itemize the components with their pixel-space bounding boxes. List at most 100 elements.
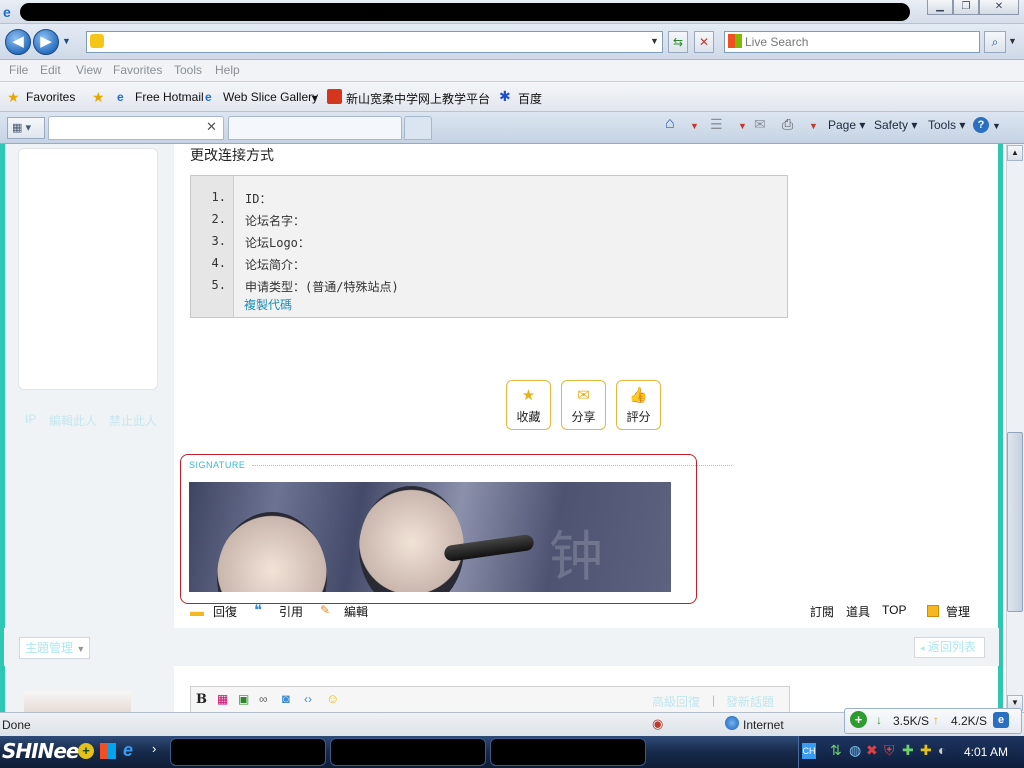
menu-view[interactable]: View	[76, 63, 102, 77]
new-tab-button[interactable]	[404, 116, 432, 140]
menu-edit[interactable]: Edit	[40, 63, 61, 77]
favorite-post-button[interactable]: ★ 收藏	[506, 380, 551, 430]
messenger-icon[interactable]: ◍	[849, 742, 861, 759]
privacy-icon[interactable]: ◉	[652, 716, 663, 732]
subscribe-link[interactable]: 訂閱	[810, 603, 834, 620]
upload-arrow-icon: ↑	[933, 713, 939, 727]
post-heading: 更改连接方式	[190, 147, 274, 163]
address-bar[interactable]	[86, 31, 663, 53]
quick-tabs-button[interactable]: ▦ ▾	[7, 117, 45, 139]
close-tab-icon[interactable]: ✕	[206, 119, 217, 135]
security-icon[interactable]: ✚	[902, 742, 914, 759]
copy-code-link[interactable]: 複製代碼	[244, 296, 292, 313]
scrollbar-thumb[interactable]	[1007, 432, 1023, 612]
back-to-list-button[interactable]: ◂ 返回列表	[914, 637, 985, 658]
advanced-reply-link[interactable]: 高級回復	[652, 693, 700, 710]
volume-icon[interactable]: ◐	[938, 742, 946, 758]
chevron-down-icon[interactable]: ▼	[738, 121, 747, 131]
address-dropdown-icon[interactable]: ▼	[650, 36, 659, 46]
maximize-button[interactable]: ❐	[953, 0, 979, 15]
shield-icon[interactable]: ⛨	[884, 742, 895, 759]
chevron-down-icon[interactable]: ▼	[809, 121, 818, 131]
pencil-icon[interactable]: ✎	[320, 603, 330, 617]
fav-free-hotmail[interactable]: Free Hotmail	[135, 90, 204, 104]
chevron-down-icon[interactable]: ▼	[992, 121, 1001, 131]
vertical-scrollbar[interactable]	[1006, 144, 1024, 712]
manage-link[interactable]: 管理	[946, 603, 970, 620]
topic-manage-select[interactable]: 主題管理 ▼	[19, 637, 90, 659]
code-line: 论坛简介：	[245, 258, 306, 272]
minimize-button[interactable]: ▁	[927, 0, 953, 15]
home-icon[interactable]: ⌂	[665, 115, 675, 133]
code-line-number: 3.	[211, 234, 226, 248]
ie-quicklaunch-icon[interactable]: e	[123, 740, 133, 761]
edit-link[interactable]: 編輯	[344, 603, 368, 620]
chevron-down-icon[interactable]: ▼	[690, 121, 699, 131]
language-icon[interactable]: CH	[802, 743, 816, 759]
upload-speed: 4.2K/S	[951, 714, 988, 728]
recent-pages-dropdown-icon[interactable]: ▼	[62, 36, 71, 46]
help-icon[interactable]: ?	[973, 117, 989, 133]
code-icon[interactable]: ‹›	[304, 692, 312, 706]
tray-app-icon[interactable]: ✚	[920, 742, 932, 759]
quicklaunch-app-icon[interactable]: +	[78, 743, 94, 759]
mail-icon[interactable]: ✉	[754, 116, 766, 133]
share-post-button[interactable]: ✉ 分享	[561, 380, 606, 430]
fav-web-slice-gallery[interactable]: Web Slice Gallery	[223, 90, 318, 104]
start-button[interactable]: SHINee	[2, 739, 79, 763]
search-input[interactable]: Live Search	[724, 31, 980, 53]
taskbar-window-2[interactable]	[330, 738, 486, 766]
scroll-up-icon[interactable]: ▲	[1007, 145, 1023, 161]
ban-user-link[interactable]: 禁止此人	[109, 412, 157, 429]
reply-link[interactable]: 回復	[213, 603, 237, 620]
clock: 4:01 AM	[964, 745, 1009, 759]
add-favorite-icon[interactable]: ★	[92, 89, 105, 106]
new-topic-link[interactable]: 發新話題	[726, 693, 774, 710]
taskbar-window-1[interactable]	[170, 738, 326, 766]
windows-flag-icon[interactable]	[100, 743, 116, 759]
fav-baidu[interactable]: 百度	[518, 90, 542, 107]
smiley-icon[interactable]: ☺	[326, 691, 339, 706]
back-button[interactable]: ◀	[5, 29, 31, 55]
rate-post-button[interactable]: 👍 評分	[616, 380, 661, 430]
image-icon[interactable]: ▣	[238, 692, 249, 706]
page-menu[interactable]: Page ▾	[828, 118, 865, 132]
quicklaunch-expand-icon[interactable]: ›	[152, 741, 156, 756]
color-icon[interactable]: ▦	[217, 692, 228, 706]
props-link[interactable]: 道具	[846, 603, 870, 620]
print-icon[interactable]: ⎙	[782, 116, 793, 133]
rss-feeds-icon[interactable]: ☰	[710, 116, 723, 133]
antivirus-icon[interactable]: ✖	[866, 742, 878, 759]
menu-favorites[interactable]: Favorites	[113, 63, 162, 77]
taskbar-window-3[interactable]	[490, 738, 646, 766]
link-icon[interactable]: ∞	[259, 692, 268, 706]
ip-link[interactable]: IP	[25, 412, 36, 426]
stop-icon[interactable]: ✕	[694, 31, 714, 53]
safety-menu[interactable]: Safety ▾	[874, 118, 917, 132]
fav-school-platform[interactable]: 新山宽柔中学网上教学平台	[346, 90, 490, 107]
menu-file[interactable]: File	[9, 63, 28, 77]
favorites-button[interactable]: Favorites	[26, 90, 75, 104]
network-icon[interactable]: ⇅	[830, 742, 842, 759]
chevron-down-icon[interactable]: ▼	[310, 93, 319, 103]
close-button[interactable]: ✕	[979, 0, 1019, 15]
ie-tray-icon[interactable]: e	[993, 712, 1009, 728]
refresh-icon[interactable]: ⇆	[668, 31, 688, 53]
author-profile-box	[18, 148, 158, 390]
manage-icon[interactable]	[927, 605, 939, 617]
tab-inactive[interactable]	[228, 116, 402, 140]
tab-active[interactable]	[48, 116, 224, 140]
search-icon[interactable]: ⌕	[984, 31, 1006, 53]
quote-icon[interactable]: ❝	[254, 601, 262, 619]
menu-help[interactable]: Help	[215, 63, 240, 77]
reply-icon[interactable]: ▬	[190, 603, 204, 619]
tools-menu[interactable]: Tools ▾	[928, 118, 965, 132]
forward-button[interactable]: ▶	[33, 29, 59, 55]
top-link[interactable]: TOP	[882, 603, 906, 617]
comment-icon[interactable]: ◙	[282, 691, 290, 706]
search-options-icon[interactable]: ▼	[1008, 36, 1017, 46]
quote-link[interactable]: 引用	[279, 603, 303, 620]
menu-tools[interactable]: Tools	[174, 63, 202, 77]
bold-icon[interactable]: B	[196, 692, 207, 707]
edit-user-link[interactable]: 編輯此人	[49, 412, 97, 429]
